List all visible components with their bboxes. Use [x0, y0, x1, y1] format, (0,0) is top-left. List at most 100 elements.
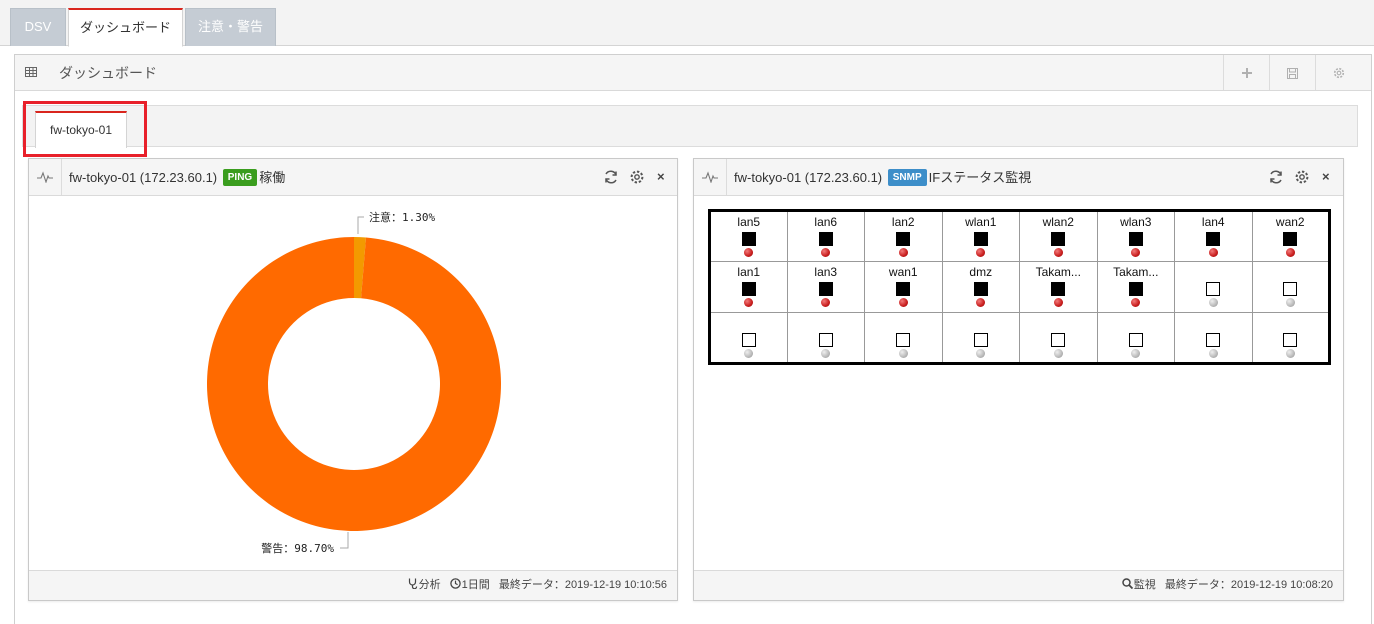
interface-port-icon	[1051, 232, 1066, 246]
gear-icon	[1333, 67, 1344, 79]
interface-port-icon	[1128, 282, 1143, 296]
interface-row: lan1 lan3 wan1 dmz Takam... Takam...	[709, 261, 1330, 313]
interface-row: lan5 lan6 lan2 wlan1 wlan2 wlan3 lan4 wan2	[709, 210, 1330, 262]
interface-name: Takam...	[1113, 265, 1159, 279]
interface-port-icon	[741, 333, 756, 347]
plus-icon	[1241, 68, 1252, 79]
gear-icon[interactable]	[629, 169, 645, 185]
pulse-icon	[702, 171, 718, 183]
close-icon[interactable]: ×	[657, 159, 665, 195]
status-led-icon	[898, 248, 908, 257]
interface-port-icon	[818, 333, 833, 347]
status-led-icon	[744, 298, 754, 307]
interface-cell[interactable]: wlan2	[1019, 210, 1098, 262]
snmp-widget-status: IFステータス監視	[928, 170, 1032, 185]
grid-icon	[25, 67, 37, 77]
interface-port-icon	[1128, 333, 1143, 347]
ping-widget-header: fw-tokyo-01 (172.23.60.1) PING 稼働 ×	[29, 159, 677, 196]
interface-row	[709, 312, 1330, 364]
interface-cell[interactable]	[709, 312, 788, 364]
interface-port-icon	[1051, 282, 1066, 296]
interface-name: Takam...	[1035, 265, 1081, 279]
interface-cell[interactable]: wlan3	[1096, 210, 1175, 262]
save-button[interactable]	[1269, 55, 1315, 90]
interface-cell[interactable]: lan4	[1174, 210, 1253, 262]
snmp-widget-footer: 監視 最終データ：2019-12-19 10:08:20	[694, 570, 1343, 600]
status-led-icon	[1131, 298, 1141, 307]
interface-port-icon	[741, 282, 756, 296]
ping-widget-host: fw-tokyo-01 (172.23.60.1)	[69, 170, 218, 185]
interface-name: lan2	[891, 215, 915, 229]
interface-cell[interactable]: wan2	[1251, 210, 1330, 262]
interface-name: wan1	[888, 265, 918, 279]
interface-cell[interactable]: Takam...	[1096, 261, 1175, 313]
ping-widget-status: 稼働	[259, 170, 286, 185]
interface-cell[interactable]: wan1	[864, 261, 943, 313]
refresh-icon[interactable]	[1268, 169, 1284, 185]
interface-cell[interactable]: wlan1	[941, 210, 1020, 262]
dashboard-header: ダッシュボード	[15, 55, 1371, 91]
interface-cell[interactable]: dmz	[941, 261, 1020, 313]
interface-port-icon	[1206, 232, 1221, 246]
interface-name: lan1	[737, 265, 761, 279]
ping-widget: fw-tokyo-01 (172.23.60.1) PING 稼働 × 注意：1.…	[28, 158, 678, 601]
tab-dashboard[interactable]: ダッシュボード	[68, 8, 183, 47]
interface-cell[interactable]: lan6	[786, 210, 865, 262]
status-led-icon	[1053, 298, 1063, 307]
close-icon[interactable]: ×	[1322, 159, 1330, 195]
status-led-icon	[1053, 349, 1063, 358]
status-led-icon	[1131, 248, 1141, 257]
tab-alerts[interactable]: 注意・警告	[185, 8, 276, 46]
interface-port-icon	[896, 282, 911, 296]
status-led-icon	[976, 298, 986, 307]
interface-cell[interactable]	[786, 312, 865, 364]
interface-cell[interactable]	[1174, 261, 1253, 313]
interface-cell[interactable]	[1096, 312, 1175, 364]
dashboard-settings-button[interactable]	[1315, 55, 1361, 90]
interface-cell[interactable]: lan3	[786, 261, 865, 313]
slice-label: 警告：98.70%	[261, 541, 334, 555]
interface-cell[interactable]	[941, 312, 1020, 364]
tab-dsv[interactable]: DSV	[10, 8, 66, 46]
save-icon	[1287, 67, 1298, 79]
interface-port-icon	[1051, 333, 1066, 347]
stethoscope-icon	[408, 578, 417, 590]
interface-name: dmz	[969, 265, 993, 279]
interface-port-icon	[818, 232, 833, 246]
clock-icon	[449, 578, 461, 589]
interface-port-icon	[1283, 282, 1298, 296]
interface-cell[interactable]: lan2	[864, 210, 943, 262]
interface-cell[interactable]	[1174, 312, 1253, 364]
interface-cell[interactable]	[864, 312, 943, 364]
status-led-icon	[821, 349, 831, 358]
analysis-link[interactable]: 分析	[419, 579, 441, 591]
period-selector[interactable]: 1日間	[462, 579, 490, 591]
interface-name	[788, 317, 865, 330]
gear-icon[interactable]	[1294, 169, 1310, 185]
interface-name	[1253, 266, 1329, 279]
header-divider	[726, 159, 727, 195]
donut-slice[interactable]	[206, 237, 502, 531]
interface-name: wlan2	[1042, 215, 1074, 229]
interface-cell[interactable]	[1251, 261, 1330, 313]
status-led-icon	[1285, 298, 1295, 307]
interface-cell[interactable]: lan5	[709, 210, 788, 262]
add-widget-button[interactable]	[1223, 55, 1269, 90]
snmp-widget: fw-tokyo-01 (172.23.60.1) SNMP IFステータス監視 …	[693, 158, 1344, 601]
interface-cell[interactable]	[1019, 312, 1098, 364]
interface-cell[interactable]: Takam...	[1019, 261, 1098, 313]
tab-fw-tokyo-01[interactable]: fw-tokyo-01	[35, 111, 127, 148]
interface-cell[interactable]	[1251, 312, 1330, 364]
status-led-icon	[744, 248, 754, 257]
interface-name: lan6	[814, 215, 838, 229]
pulse-icon	[37, 171, 53, 183]
donut-chart: 注意：1.30% 警告：98.70%	[206, 210, 502, 555]
status-led-icon	[898, 298, 908, 307]
monitor-link[interactable]: 監視	[1134, 579, 1156, 591]
status-led-icon	[1208, 298, 1218, 307]
refresh-icon[interactable]	[603, 169, 619, 185]
interface-name	[1020, 317, 1097, 330]
status-led-icon	[1208, 248, 1218, 257]
interface-cell[interactable]: lan1	[709, 261, 788, 313]
dashboard-title: ダッシュボード	[59, 65, 157, 81]
